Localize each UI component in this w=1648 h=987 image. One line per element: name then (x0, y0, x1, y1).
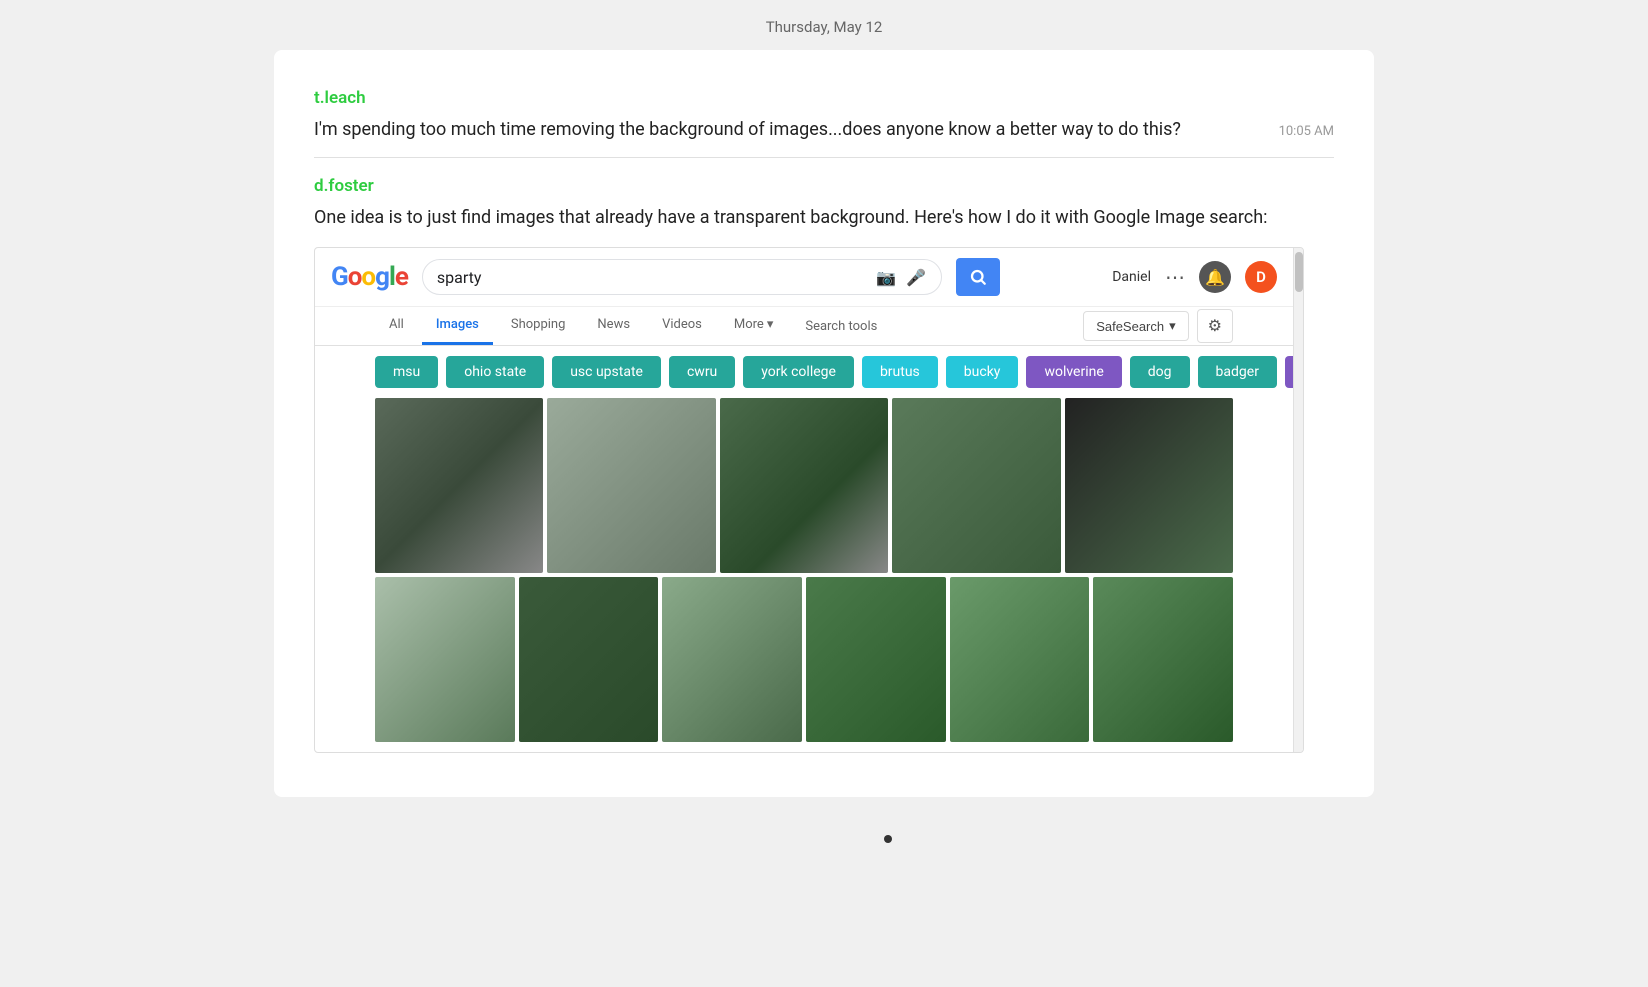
avatar[interactable]: D (1245, 261, 1277, 293)
images-row-2 (375, 577, 1233, 742)
mic-icon[interactable]: 🎤 (905, 266, 927, 288)
image-2[interactable] (547, 398, 715, 573)
chip-michigan[interactable]: michigan (1285, 356, 1293, 388)
header-right: Daniel ⋯ 🔔 D (1112, 261, 1277, 293)
nav-right-actions: SafeSearch ▾ ⚙ (1083, 309, 1233, 343)
search-button[interactable] (956, 258, 1000, 296)
logo-g: G (331, 262, 348, 292)
image-10[interactable] (950, 577, 1090, 742)
image-5[interactable] (1065, 398, 1233, 573)
chip-bucky[interactable]: bucky (946, 356, 1019, 388)
cursor (884, 835, 892, 843)
image-8[interactable] (662, 577, 802, 742)
logo-o1: o (348, 262, 362, 292)
chip-wolverine[interactable]: wolverine (1026, 356, 1121, 388)
image-6[interactable] (375, 577, 515, 742)
page-wrapper: Thursday, May 12 t.leach I'm spending to… (0, 0, 1648, 987)
images-grid (315, 398, 1293, 752)
chip-york-college[interactable]: york college (743, 356, 854, 388)
scrollbar-thumb[interactable] (1295, 252, 1303, 292)
search-icon (969, 268, 987, 286)
camera-icon[interactable]: 📷 (875, 266, 897, 288)
message-text-dfoster: One idea is to just find images that alr… (314, 204, 1334, 231)
chip-cwru[interactable]: cwru (669, 356, 735, 388)
chip-dog[interactable]: dog (1130, 356, 1190, 388)
settings-button[interactable]: ⚙ (1197, 309, 1233, 343)
chip-msu[interactable]: msu (375, 356, 438, 388)
date-header: Thursday, May 12 (0, 0, 1648, 50)
message-text-tleach: I'm spending too much time removing the … (314, 116, 1334, 143)
user-name: Daniel (1112, 269, 1151, 285)
tab-more[interactable]: More ▾ (720, 307, 787, 345)
tab-videos[interactable]: Videos (648, 307, 716, 345)
tab-images[interactable]: Images (422, 307, 493, 345)
logo-o2: o (361, 262, 375, 292)
image-9[interactable] (806, 577, 946, 742)
timestamp-tleach: 10:05 AM (1279, 124, 1334, 139)
tab-shopping[interactable]: Shopping (497, 307, 580, 345)
image-3[interactable] (720, 398, 888, 573)
logo-g2: g (375, 262, 389, 292)
chips-row: msu ohio state usc upstate cwru york col… (315, 346, 1293, 398)
username-dfoster: d.foster (314, 176, 1334, 196)
chip-brutus[interactable]: brutus (862, 356, 938, 388)
tab-all[interactable]: All (375, 307, 418, 345)
chip-ohio-state[interactable]: ohio state (446, 356, 544, 388)
safe-search-chevron: ▾ (1169, 318, 1176, 334)
image-7[interactable] (519, 577, 659, 742)
safe-search-label: SafeSearch (1096, 319, 1164, 334)
message-block-tleach: t.leach I'm spending too much time remov… (314, 70, 1334, 158)
nav-tabs: All Images Shopping News Videos More ▾ S… (315, 307, 1293, 346)
chip-usc-upstate[interactable]: usc upstate (552, 356, 661, 388)
search-bar: sparty 📷 🎤 (422, 259, 942, 295)
username-tleach: t.leach (314, 88, 1334, 108)
scrollbar[interactable] (1293, 248, 1303, 752)
image-4[interactable] (892, 398, 1060, 573)
image-1[interactable] (375, 398, 543, 573)
chat-area: t.leach I'm spending too much time remov… (274, 50, 1374, 797)
notifications-icon[interactable]: 🔔 (1199, 261, 1231, 293)
tab-news[interactable]: News (583, 307, 644, 345)
images-row-1 (375, 398, 1233, 573)
message-block-dfoster: d.foster One idea is to just find images… (314, 158, 1334, 767)
date-text: Thursday, May 12 (766, 18, 883, 36)
chip-badger[interactable]: badger (1198, 356, 1277, 388)
logo-e: e (395, 262, 408, 292)
safe-search-button[interactable]: SafeSearch ▾ (1083, 311, 1188, 341)
more-chevron: ▾ (767, 317, 774, 332)
google-header: Google sparty 📷 🎤 (315, 248, 1293, 307)
google-logo: Google (331, 262, 408, 292)
apps-icon[interactable]: ⋯ (1165, 265, 1185, 289)
embed-content: Google sparty 📷 🎤 (315, 248, 1293, 752)
search-query: sparty (437, 268, 867, 287)
tab-search-tools[interactable]: Search tools (791, 309, 891, 344)
image-11[interactable] (1093, 577, 1233, 742)
google-embed: Google sparty 📷 🎤 (314, 247, 1304, 753)
